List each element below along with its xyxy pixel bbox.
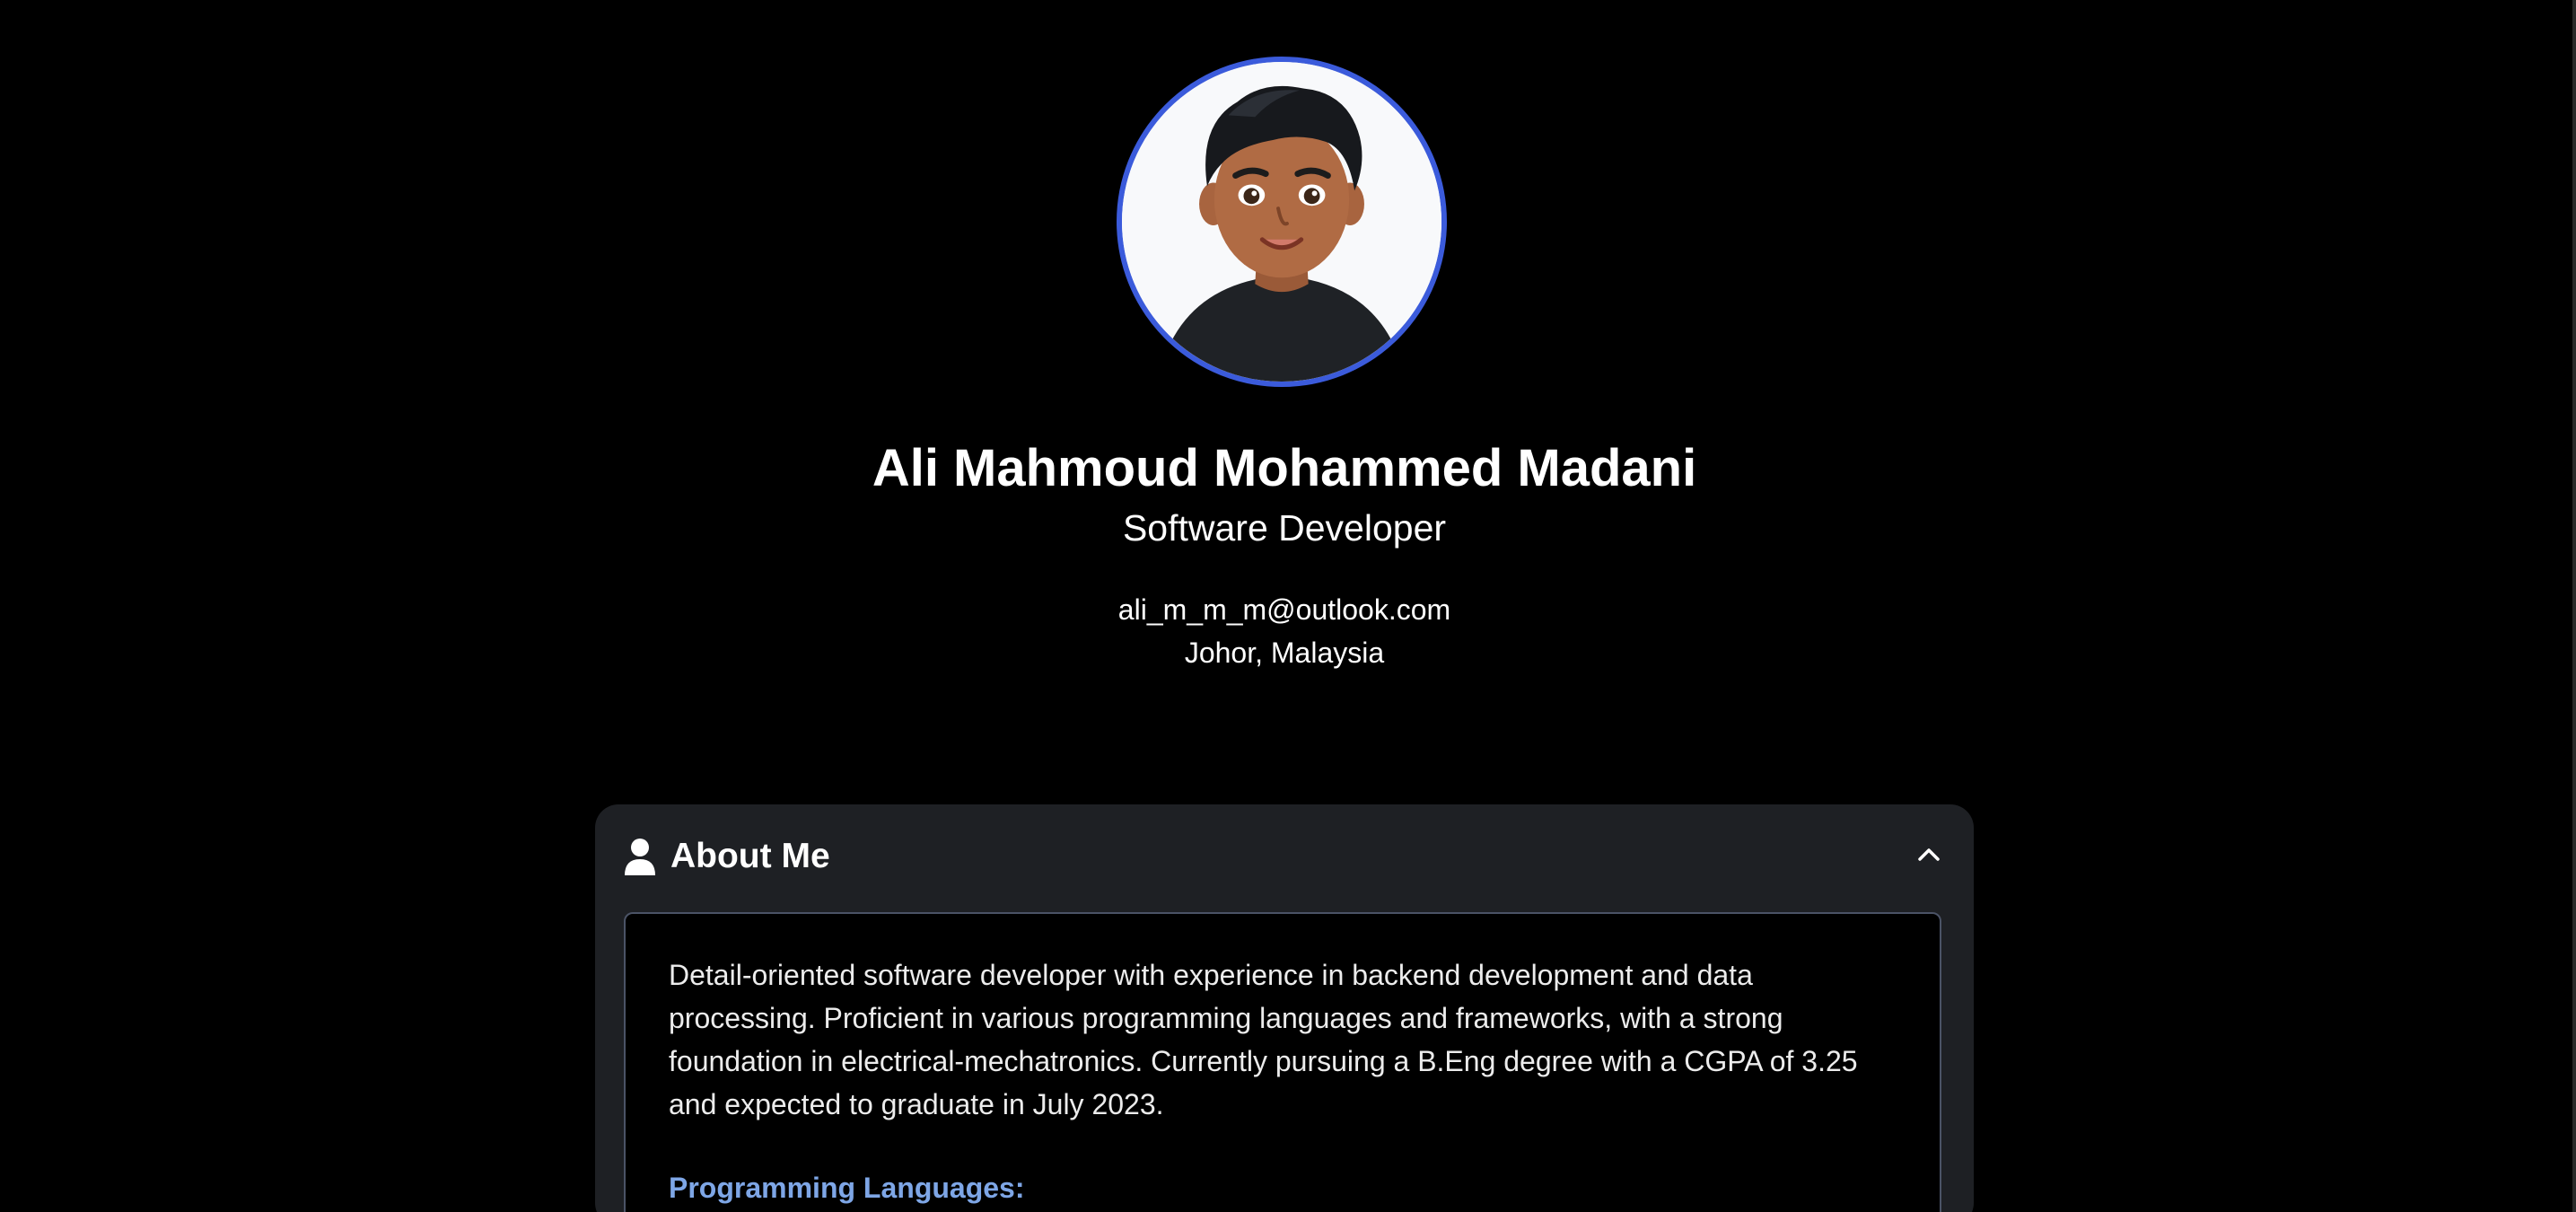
page: Ali Mahmoud Mohammed Madani Software Dev… (0, 0, 2576, 1212)
person-icon (625, 839, 655, 875)
profile-email[interactable]: ali_m_m_m@outlook.com (0, 591, 2569, 628)
profile-avatar (1117, 57, 1447, 387)
about-me-card: About Me Detail-oriented software develo… (595, 804, 1974, 1212)
window-edge (2572, 0, 2576, 1212)
profile-job-title: Software Developer (1122, 507, 1447, 549)
about-me-header[interactable]: About Me (624, 831, 830, 882)
developer-avatar-icon (1122, 62, 1441, 382)
profile-name: Ali Mahmoud Mohammed Madani (872, 439, 1697, 497)
collapse-toggle-button[interactable] (1909, 837, 1949, 873)
programming-languages-heading: Programming Languages: (669, 1172, 1025, 1204)
profile-location: Johor, Malaysia (1184, 637, 1385, 669)
about-me-body: Detail-oriented software developer with … (624, 912, 1941, 1212)
about-me-title: About Me (670, 837, 830, 875)
chevron-up-icon (1918, 848, 1940, 861)
about-me-description: Detail-oriented software developer with … (669, 959, 1858, 1120)
